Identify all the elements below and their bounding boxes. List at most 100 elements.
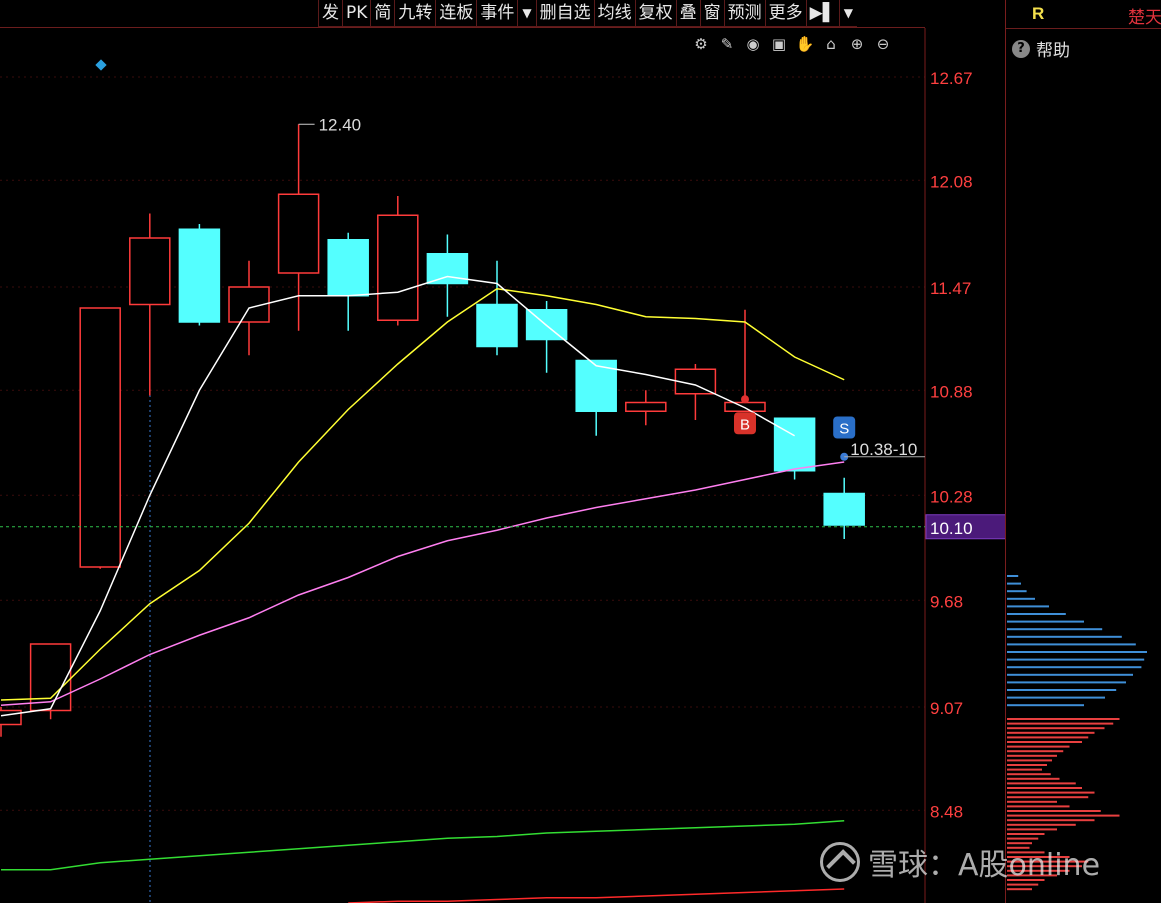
volume-profile-bar — [1007, 727, 1105, 730]
zoom-out-icon[interactable]: ⊖ — [872, 34, 894, 54]
bag-icon[interactable]: ▣ — [768, 34, 790, 54]
toolbar-button[interactable]: 叠 — [675, 0, 700, 27]
y-tick-label: 10.28 — [930, 487, 973, 506]
high-annotation: 12.40 — [319, 115, 362, 134]
volume-profile-bar — [1007, 696, 1105, 699]
volume-profile-bar — [1007, 745, 1070, 748]
toolbar-button[interactable]: 简 — [370, 0, 395, 27]
ma-long-line — [348, 888, 845, 903]
volume-profile-bar — [1007, 888, 1032, 891]
volume-profile-bar — [1007, 689, 1117, 691]
toolbar-button[interactable]: 连板 — [435, 0, 477, 27]
volume-profile-bar — [1007, 658, 1145, 661]
volume-profile-bar — [1007, 722, 1114, 725]
volume-profile-bar — [1007, 823, 1076, 826]
toolbar-button[interactable]: 更多 — [764, 0, 806, 27]
range-annotation: 10.38-10 — [850, 440, 917, 459]
toolbar-button[interactable]: PK — [342, 0, 371, 27]
volume-profile-bar — [1007, 764, 1047, 766]
candle-body — [724, 401, 766, 412]
y-tick-label: 12.08 — [930, 172, 973, 191]
volume-profile-bar — [1007, 597, 1035, 600]
toolbar-button[interactable]: 发 — [318, 0, 342, 27]
volume-profile-bar — [1007, 635, 1122, 638]
toolbar-button[interactable]: 九转 — [394, 0, 436, 27]
toolbar-button[interactable]: 删自选 — [535, 0, 594, 27]
volume-profile-bar — [1007, 754, 1057, 757]
candle-body — [327, 239, 369, 297]
volume-profile-bar — [1007, 620, 1084, 623]
right-panel: R 楚天 ? 帮助 — [1005, 0, 1161, 903]
volume-profile-bar — [1007, 814, 1120, 817]
candle-body — [178, 228, 221, 323]
toolbar-button[interactable]: 预测 — [723, 0, 765, 27]
volume-profile-bar — [1007, 575, 1019, 577]
volume-profile-bar — [1007, 718, 1120, 720]
ma10-line — [0, 287, 845, 701]
candle-body — [0, 709, 22, 726]
chart-tool-icons: ⚙ ✎ ◉ ▣ ✋ ⌂ ⊕ ⊖ — [690, 34, 894, 54]
volume-profile-bar — [1007, 777, 1060, 780]
toolbar-button[interactable]: 均线 — [593, 0, 635, 27]
volume-profile-bar — [1007, 628, 1103, 631]
candle-body — [823, 492, 865, 526]
volume-profile-bar — [1007, 750, 1064, 753]
volume-profile-bar — [1007, 704, 1084, 707]
volume-profile-bar — [1007, 582, 1021, 585]
volume-profile-bar — [1007, 768, 1042, 771]
volume-profile-bar — [1007, 731, 1095, 734]
candle-body — [377, 214, 419, 321]
y-tick-label: 9.68 — [930, 592, 963, 611]
volume-profile-bar — [1007, 643, 1136, 646]
candle-body — [476, 303, 518, 348]
snowball-logo-icon — [820, 842, 860, 882]
buy-marker-label: B — [740, 416, 750, 433]
candle-body — [129, 237, 171, 306]
toolbar-button[interactable]: 窗 — [699, 0, 724, 27]
y-tick-label: 12.67 — [930, 69, 973, 88]
y-tick-label: 10.88 — [930, 382, 973, 401]
volume-profile-bar — [1007, 787, 1082, 789]
ma20-line — [0, 461, 845, 706]
kline-chart[interactable]: 12.67 12.08 11.47 10.88 10.28 9.68 9.07 8.48 10.… — [0, 0, 1005, 903]
volume-profile-bar — [1007, 773, 1051, 776]
watermark-text: 雪球：A股online — [868, 848, 1101, 883]
volume-profile-bar — [1007, 828, 1057, 831]
volume-profile-bar — [1007, 605, 1049, 608]
volume-profile-bar — [1007, 819, 1095, 822]
candle-body — [625, 401, 667, 412]
sell-marker-label: S — [839, 421, 849, 438]
toolbar-button[interactable]: ▼ — [517, 0, 536, 27]
zoom-in-icon[interactable]: ⊕ — [846, 34, 868, 54]
volume-profile-bar — [1007, 759, 1052, 762]
toolbar: 发 PK 简九转 连板 事件 ▼ 删自选 均线 复权叠窗预测 更多 ▶▌ ▼ — [318, 0, 858, 28]
volume-profile-bar — [1007, 673, 1133, 676]
volume-profile — [1007, 575, 1147, 891]
y-tick-label: 8.48 — [930, 802, 963, 821]
gear-icon[interactable]: ⚙ — [690, 34, 712, 54]
candle-body — [773, 417, 816, 472]
watermark: 雪球：A股online — [820, 840, 1100, 884]
volume-profile-bar — [1007, 800, 1057, 803]
toolbar-button[interactable]: 事件 — [476, 0, 518, 27]
y-tick-label: 9.07 — [930, 699, 963, 718]
volume-profile-bar — [1007, 651, 1147, 653]
diamond-marker — [95, 59, 107, 71]
candle-body — [79, 307, 121, 568]
volume-profile-bar — [1007, 613, 1066, 615]
ma60-line — [1, 820, 845, 871]
toolbar-button[interactable]: ▶▌ — [805, 0, 839, 27]
eye-icon[interactable]: ◉ — [742, 34, 764, 54]
lock-icon[interactable]: ⌂ — [820, 34, 842, 54]
pen-icon[interactable]: ✎ — [716, 34, 738, 54]
volume-profile-bar — [1007, 782, 1076, 785]
toolbar-button[interactable]: ▼ — [838, 0, 858, 27]
toolbar-button[interactable]: 复权 — [634, 0, 676, 27]
volume-profile-bar — [1007, 741, 1082, 743]
volume-profile-bar — [1007, 805, 1070, 808]
y-tick-label: 11.47 — [930, 279, 971, 298]
volume-profile-bar — [1007, 791, 1095, 794]
hand-icon[interactable]: ✋ — [794, 34, 816, 54]
candle-body — [277, 193, 320, 274]
buy-dot — [741, 395, 749, 404]
